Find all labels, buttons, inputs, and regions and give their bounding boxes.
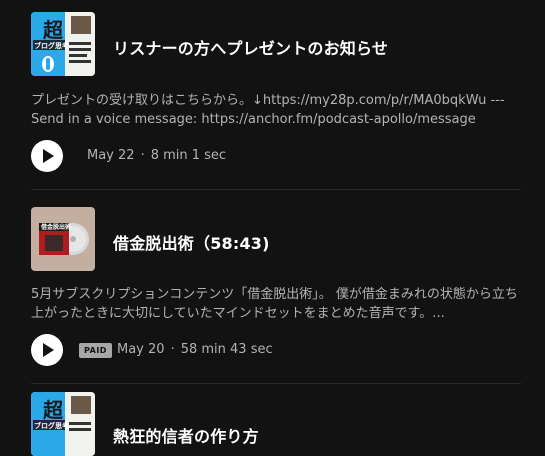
play-button[interactable] xyxy=(31,334,63,366)
thumb-kanji: 超 xyxy=(42,398,64,422)
episode-date: May 20 xyxy=(117,342,165,357)
thumb-label: ブログ思考 xyxy=(34,421,69,430)
play-button[interactable] xyxy=(31,140,63,172)
episode-date-duration: May 22 · 8 min 1 sec xyxy=(87,148,226,163)
episode-description: プレゼントの受け取りはこちらから。↓https://my28p.com/p/r/… xyxy=(31,93,505,127)
episode-title[interactable]: 借金脱出術（58:43) xyxy=(113,230,270,254)
play-icon xyxy=(43,343,54,357)
divider xyxy=(31,383,521,384)
episode-meta: PAID May 20 · 58 min 43 sec xyxy=(31,334,523,368)
episode-meta: May 22 · 8 min 1 sec xyxy=(31,140,523,174)
episode-title[interactable]: リスナーの方へプレゼントのお知らせ xyxy=(113,35,388,59)
thumb-label: 借金脱出術 xyxy=(40,223,71,231)
episode-list: 超 ブログ思考 リスナーの方へプレゼントのお知らせ プレゼントの受け取りはこちら… xyxy=(0,0,545,456)
episode-date: May 22 xyxy=(87,148,135,163)
episode-thumbnail[interactable]: 超 ブログ思考 xyxy=(31,392,95,456)
thumb-kanji: 超 xyxy=(42,18,64,42)
divider xyxy=(31,189,521,190)
episode-duration: 8 min 1 sec xyxy=(150,148,227,163)
episode-duration: 58 min 43 sec xyxy=(180,342,273,357)
paid-badge: PAID xyxy=(79,343,112,358)
thumb-label: ブログ思考 xyxy=(34,41,69,50)
episode-date-duration: May 20 · 58 min 43 sec xyxy=(117,342,273,357)
episode-thumbnail[interactable]: 借金脱出術 xyxy=(31,207,95,271)
episode-description: 5月サブスクリプションコンテンツ「借金脱出術」。 僕が借金まみれの状態から立ち上… xyxy=(31,287,518,321)
episode-thumbnail[interactable]: 超 ブログ思考 xyxy=(31,12,95,76)
separator-dot: · xyxy=(140,148,145,163)
separator-dot: · xyxy=(170,342,175,357)
play-icon xyxy=(43,149,54,163)
episode-title[interactable]: 熱狂的信者の作り方 xyxy=(113,423,259,447)
